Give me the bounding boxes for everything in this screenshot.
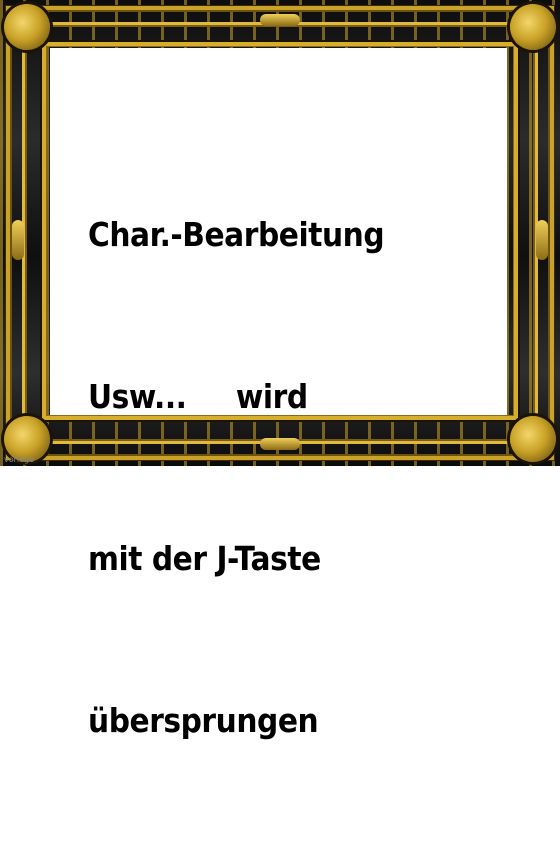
skip-instruction-message: Char.-Bearbeitung Usw... wird mit der J-… bbox=[88, 100, 385, 856]
message-line-3: mit der J-Taste bbox=[88, 539, 321, 578]
picture-frame: Char.-Bearbeitung Usw... wird mit der J-… bbox=[0, 0, 560, 740]
message-line-1: Char.-Bearbeitung bbox=[88, 215, 385, 254]
frame-left-ornament-icon bbox=[12, 220, 24, 260]
message-line-2: Usw... wird bbox=[88, 377, 308, 416]
frame-top-ornament-icon bbox=[260, 14, 300, 26]
watermark-text: vorlage bbox=[4, 455, 35, 464]
message-line-4: übersprungen bbox=[88, 701, 319, 740]
frame-corner-ornament-icon bbox=[4, 4, 50, 50]
frame-corner-ornament-icon bbox=[510, 4, 556, 50]
frame-corner-ornament-icon bbox=[510, 416, 556, 462]
message-canvas: Char.-Bearbeitung Usw... wird mit der J-… bbox=[50, 48, 507, 740]
frame-right-ornament-icon bbox=[536, 220, 548, 260]
